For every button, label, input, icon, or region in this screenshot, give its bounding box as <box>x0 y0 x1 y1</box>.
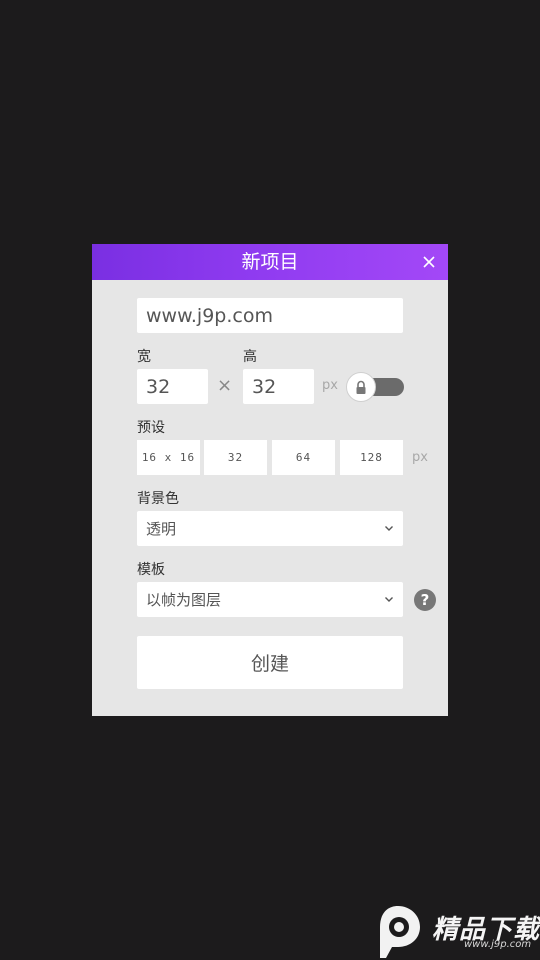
preset-64-button[interactable]: 64 <box>272 440 335 475</box>
background-select[interactable]: 透明 <box>137 511 403 546</box>
width-label: 宽 <box>137 349 151 365</box>
watermark: 精品下载 www.j9p.com <box>372 903 540 960</box>
lock-icon <box>356 380 366 394</box>
close-button[interactable] <box>420 253 438 271</box>
height-value: 32 <box>252 375 277 398</box>
chevron-down-icon <box>385 597 393 602</box>
new-project-dialog: 新项目 www.j9p.com 宽 高 32 × 32 px 预设 16 x 1… <box>92 244 448 716</box>
template-help-button[interactable]: ? <box>414 589 436 611</box>
background-value: 透明 <box>146 520 177 538</box>
project-name-value: www.j9p.com <box>146 304 273 327</box>
presets-label: 预设 <box>137 420 165 436</box>
toggle-knob <box>346 372 376 402</box>
screen: 新项目 www.j9p.com 宽 高 32 × 32 px 预设 16 x 1… <box>0 0 540 960</box>
dialog-title: 新项目 <box>241 251 299 273</box>
template-select[interactable]: 以帧为图层 <box>137 582 403 617</box>
times-symbol: × <box>217 375 233 396</box>
aspect-lock-toggle[interactable] <box>346 372 406 402</box>
height-input[interactable]: 32 <box>243 369 314 404</box>
template-label: 模板 <box>137 562 165 578</box>
preset-unit: px <box>412 450 428 465</box>
preset-16x16-button[interactable]: 16 x 16 <box>137 440 200 475</box>
size-unit: px <box>322 378 338 393</box>
dialog-header: 新项目 <box>92 244 448 280</box>
project-name-input[interactable]: www.j9p.com <box>137 298 403 333</box>
width-value: 32 <box>146 375 171 398</box>
j9p-logo-icon <box>380 906 420 958</box>
close-icon <box>423 256 435 268</box>
chevron-down-icon <box>385 526 393 531</box>
preset-32-button[interactable]: 32 <box>204 440 267 475</box>
preset-128-button[interactable]: 128 <box>340 440 403 475</box>
template-value: 以帧为图层 <box>146 591 222 609</box>
create-button[interactable]: 创建 <box>137 636 403 689</box>
height-label: 高 <box>243 349 257 365</box>
background-label: 背景色 <box>137 491 179 507</box>
help-icon: ? <box>420 591 430 609</box>
width-input[interactable]: 32 <box>137 369 208 404</box>
watermark-url: www.j9p.com <box>464 939 532 950</box>
